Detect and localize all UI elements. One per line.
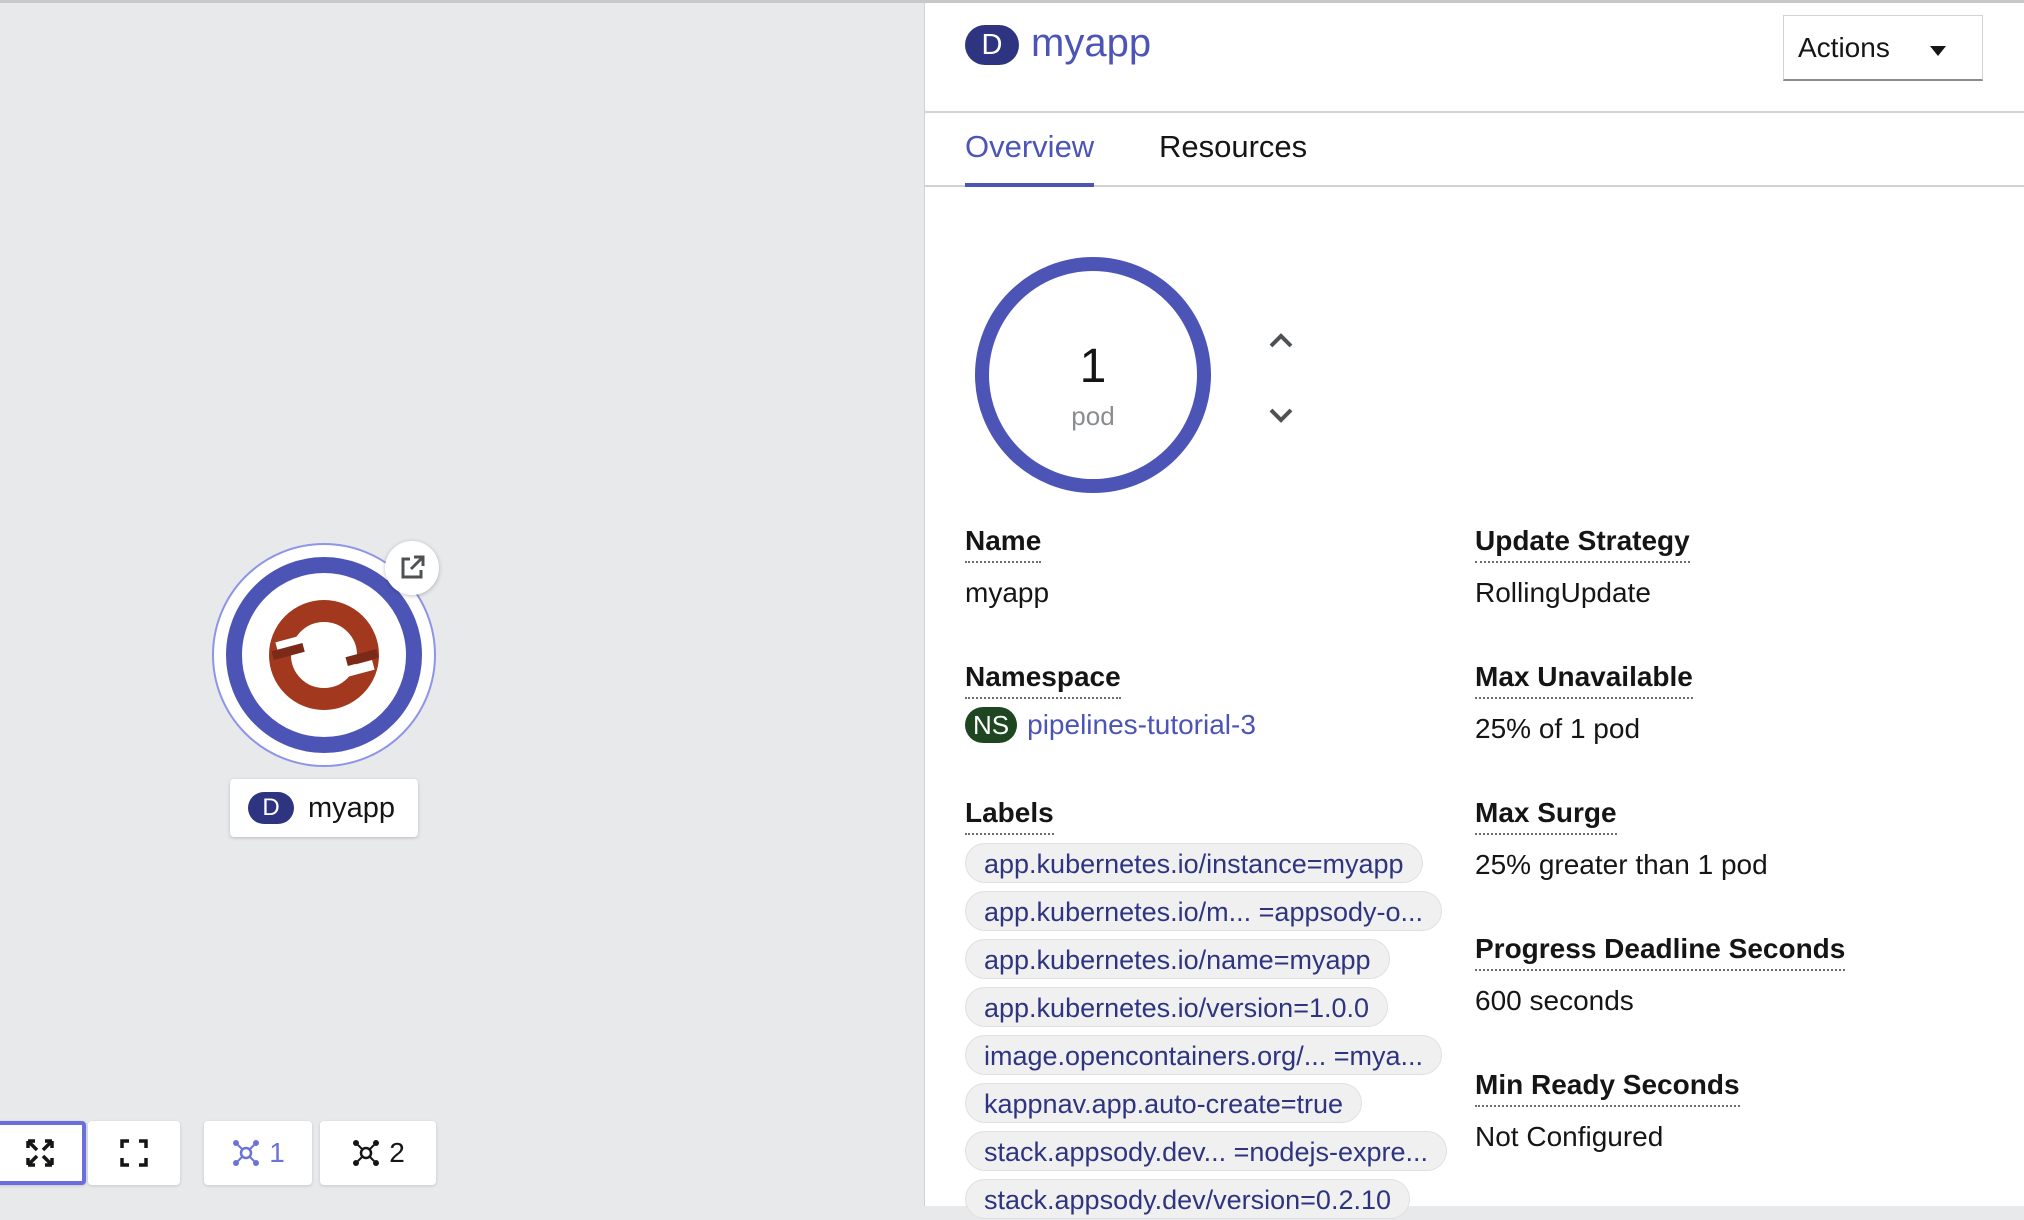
topology-icon (353, 1140, 380, 1166)
namespace-badge: NS (965, 707, 1018, 743)
namespace-value: NS pipelines-tutorial-3 (965, 707, 1256, 743)
label-chip[interactable]: stack.appsody.dev... =nodejs-expre... (965, 1131, 1447, 1171)
label-chip[interactable]: stack.appsody.dev/version=0.2.10 (965, 1179, 1411, 1219)
label-chip[interactable]: app.kubernetes.io/name=myapp (965, 939, 1390, 979)
progress-deadline-label: Progress Deadline Seconds (1475, 933, 1846, 971)
fit-to-screen-button[interactable] (88, 1121, 180, 1185)
label-chip[interactable]: app.kubernetes.io/instance=myapp (965, 843, 1423, 883)
panel-tabs: Overview Resources (925, 113, 2024, 187)
node-label[interactable]: D myapp (230, 779, 418, 837)
progress-deadline-value: 600 seconds (1475, 985, 1634, 1016)
scale-down-icon[interactable] (1263, 397, 1299, 433)
min-ready-label: Min Ready Seconds (1475, 1069, 1740, 1107)
label-chip[interactable]: image.opencontainers.org/... =mya... (965, 1035, 1442, 1075)
max-unavailable-label: Max Unavailable (1475, 661, 1693, 699)
label-chip[interactable]: app.kubernetes.io/m... =appsody-o... (965, 891, 1443, 931)
label-chip[interactable]: kappnav.app.auto-create=true (965, 1083, 1363, 1123)
update-strategy-label: Update Strategy (1475, 525, 1690, 563)
tab-resources[interactable]: Resources (1159, 129, 1307, 183)
panel-title-link[interactable]: myapp (1031, 21, 1151, 66)
side-panel: D myapp Actions Overview Resources 1 pod… (924, 3, 2024, 1219)
tab-overview[interactable]: Overview (965, 129, 1095, 187)
max-surge-value: 25% greater than 1 pod (1475, 849, 1768, 880)
scale-up-icon[interactable] (1263, 323, 1299, 359)
fit-to-screen-icon (120, 1139, 148, 1167)
pod-unit: pod (1071, 401, 1115, 431)
name-value: myapp (965, 577, 1050, 608)
update-strategy-value: RollingUpdate (1475, 577, 1651, 608)
max-unavailable-value: 25% of 1 pod (1475, 713, 1641, 744)
expand-all-button[interactable] (0, 1121, 86, 1185)
deployment-badge: D (965, 25, 1019, 65)
openshift-logo-icon (269, 600, 379, 710)
expand-icon (26, 1139, 54, 1167)
topology-icon (233, 1140, 260, 1166)
min-ready-value: Not Configured (1475, 1121, 1664, 1152)
namespace-link[interactable]: pipelines-tutorial-3 (1027, 709, 1256, 740)
group-level-1-count: 1 (269, 1137, 285, 1168)
deployment-badge: D (248, 792, 294, 824)
actions-label: Actions (1798, 31, 1890, 63)
panel-header: D myapp Actions (925, 3, 2024, 113)
group-level-1-button[interactable]: 1 (204, 1121, 312, 1185)
pod-count: 1 (1079, 340, 1107, 393)
labels-label: Labels (965, 797, 1054, 835)
node-name: myapp (308, 791, 396, 824)
open-url-button[interactable] (385, 541, 439, 595)
label-chip[interactable]: app.kubernetes.io/version=1.0.0 (965, 987, 1389, 1027)
caret-down-icon (1930, 46, 1946, 56)
actions-dropdown[interactable]: Actions (1783, 15, 1983, 81)
topology-canvas[interactable]: D myapp 1 2 (0, 3, 924, 1206)
group-level-2-count: 2 (389, 1137, 405, 1168)
name-label: Name (965, 525, 1042, 563)
pod-count-donut: 1 pod (975, 257, 1211, 493)
max-surge-label: Max Surge (1475, 797, 1617, 835)
external-link-icon (401, 555, 425, 579)
group-level-2-button[interactable]: 2 (320, 1121, 436, 1185)
namespace-label: Namespace (965, 661, 1121, 699)
